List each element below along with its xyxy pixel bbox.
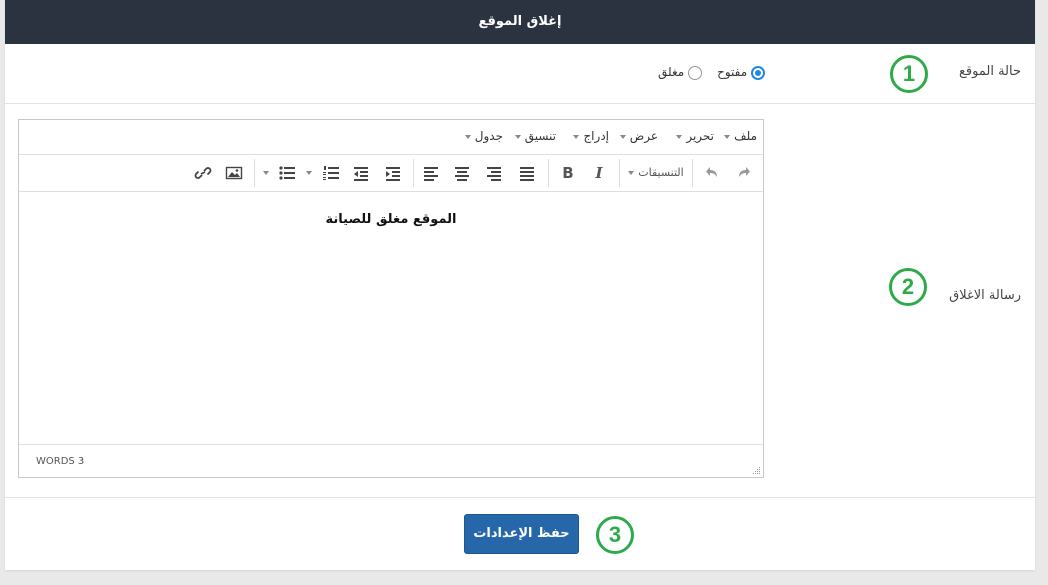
radio-open-label: مفتوح (717, 65, 748, 79)
chevron-down-icon (619, 134, 626, 139)
site-status-label: حالة الموقع (959, 64, 1021, 79)
rich-text-editor: ملف تحرير عرض إدراج تنسيق جدول التنسيقات (18, 119, 764, 478)
bullet-list-dropdown[interactable] (259, 162, 273, 184)
bullet-list-icon[interactable] (275, 162, 299, 184)
menu-insert[interactable]: إدراج (573, 129, 609, 143)
settings-card: إغلاق الموقع حالة الموقع 1 مفتوح مغلق رس… (5, 0, 1035, 570)
radio-closed-label: مغلق (657, 65, 685, 79)
toolbar-divider (619, 159, 620, 187)
numbered-list-icon[interactable] (319, 162, 343, 184)
menu-edit-label: تحرير (686, 129, 714, 143)
align-center-icon[interactable] (450, 162, 474, 184)
align-justify-icon[interactable] (515, 162, 539, 184)
align-left-icon[interactable] (419, 162, 443, 184)
outdent-icon[interactable] (349, 162, 373, 184)
menu-table[interactable]: جدول (464, 129, 503, 143)
editor-paragraph: الموقع مغلق للصيانة (325, 212, 457, 227)
resize-handle-icon[interactable] (751, 465, 761, 475)
menu-view[interactable]: عرض (619, 129, 658, 143)
save-settings-button[interactable]: حفظ الإعدادات (464, 514, 579, 554)
radio-closed-option[interactable]: مغلق (658, 65, 702, 80)
word-count: WORDS 3 (36, 456, 85, 467)
chevron-down-icon (263, 171, 269, 175)
menu-file[interactable]: ملف (724, 129, 757, 143)
menu-file-label: ملف (734, 129, 757, 143)
chevron-down-icon (676, 134, 683, 139)
menu-table-label: جدول (474, 129, 503, 143)
redo-icon[interactable] (730, 162, 754, 184)
chevron-down-icon (514, 134, 521, 139)
radio-closed[interactable] (688, 65, 702, 80)
chevron-down-icon (628, 171, 635, 175)
menu-edit[interactable]: تحرير (676, 129, 714, 143)
page-title: إغلاق الموقع (5, 0, 1035, 44)
menu-format[interactable]: تنسيق (514, 129, 556, 143)
undo-icon[interactable] (702, 162, 726, 184)
toolbar-divider (254, 159, 255, 187)
numbered-list-dropdown[interactable] (302, 162, 316, 184)
step-2-badge: 2 (889, 268, 927, 306)
chevron-down-icon (724, 134, 731, 139)
align-right-icon[interactable] (482, 162, 506, 184)
menu-insert-label: إدراج (583, 129, 609, 143)
close-message-label: رسالة الاغلاق (949, 288, 1021, 303)
formats-label: التنسيقات (638, 166, 684, 179)
toolbar-divider (548, 159, 549, 187)
editor-content[interactable]: الموقع مغلق للصيانة (19, 192, 763, 444)
editor-menubar: ملف تحرير عرض إدراج تنسيق جدول (19, 120, 763, 154)
site-status-row: حالة الموقع 1 مفتوح مغلق (5, 44, 1035, 104)
chevron-down-icon (464, 134, 471, 139)
step-1-badge: 1 (890, 55, 928, 93)
indent-icon[interactable] (381, 162, 405, 184)
form-footer: حفظ الإعدادات 3 (5, 497, 1035, 571)
radio-open[interactable] (751, 65, 765, 80)
formats-dropdown[interactable]: التنسيقات (622, 162, 690, 184)
link-icon[interactable] (191, 162, 215, 184)
image-icon[interactable] (222, 162, 246, 184)
menu-format-label: تنسيق (524, 129, 556, 143)
editor-toolbar: التنسيقات I B (19, 154, 763, 192)
chevron-down-icon (573, 134, 580, 139)
step-3-badge: 3 (596, 516, 634, 554)
radio-open-option[interactable]: مفتوح (717, 65, 765, 80)
toolbar-divider (692, 159, 693, 187)
menu-view-label: عرض (629, 129, 658, 143)
chevron-down-icon (306, 171, 312, 175)
toolbar-divider (413, 159, 414, 187)
italic-icon[interactable]: I (587, 162, 611, 184)
editor-statusbar: WORDS 3 (19, 444, 763, 477)
bold-icon[interactable]: B (556, 162, 580, 184)
